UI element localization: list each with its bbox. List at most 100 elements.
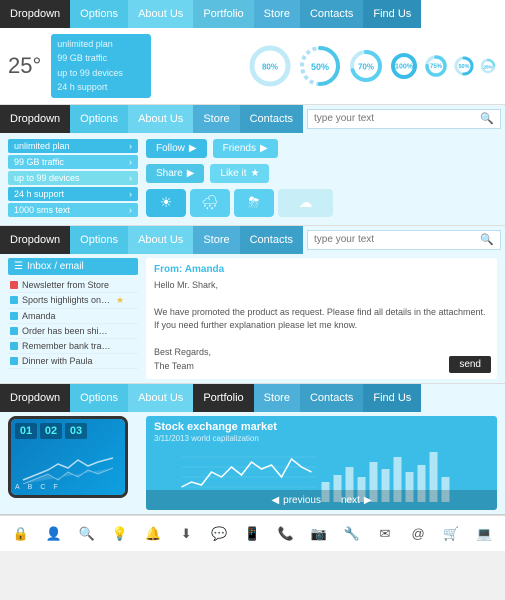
inbox-item-5[interactable]: Remember bank transfer	[8, 339, 138, 354]
inbox-dot-1	[10, 281, 18, 289]
inbox-item-2[interactable]: Sports highlights on TV at 8:00 pm ★	[8, 293, 138, 309]
inbox-item-6[interactable]: Dinner with Paula	[8, 354, 138, 369]
inbox-item-1[interactable]: Newsletter from Store	[8, 278, 138, 293]
follow-button[interactable]: Follow ▶	[146, 139, 207, 158]
section3: Dropdown Options About Us Store Contacts…	[0, 226, 505, 385]
nav-store-1[interactable]: Store	[254, 0, 300, 28]
left-plan-panel: unlimited plan› 99 GB traffic› up to 99 …	[8, 139, 138, 219]
btn-row-1: Follow ▶ Friends ▶	[146, 139, 497, 158]
nav3-contacts[interactable]: Contacts	[240, 226, 303, 254]
send-button[interactable]: send	[449, 356, 491, 373]
stock-nav-bottom: ◀ previous next ▶	[146, 490, 497, 510]
icon-tablet[interactable]: 💻	[475, 525, 493, 543]
icon-wrench[interactable]: 🔧	[343, 525, 361, 543]
nav3-dropdown[interactable]: Dropdown	[0, 226, 70, 254]
inbox-item-3[interactable]: Amanda	[8, 309, 138, 324]
nav4-dropdown[interactable]: Dropdown	[0, 384, 70, 412]
inbox-text-1: Newsletter from Store	[22, 280, 112, 290]
icon-mobile[interactable]: 📱	[243, 525, 261, 543]
stock-sub: 3/11/2013 world capitalization	[154, 434, 489, 443]
icon-email[interactable]: ✉	[376, 525, 394, 543]
rainy-icon-box: 🌧	[190, 189, 230, 217]
label-a: A	[15, 484, 20, 491]
icon-download[interactable]: ⬇	[177, 525, 195, 543]
search-icon-2[interactable]: 🔍	[480, 112, 494, 125]
nav3-store[interactable]: Store	[193, 226, 239, 254]
traffic-label: 99 GB traffic	[57, 51, 107, 65]
friends-button[interactable]: Friends ▶	[213, 139, 278, 158]
from-name: Amanda	[185, 264, 224, 275]
info-box: unlimited plan 99 GB traffic up to 99 de…	[51, 34, 151, 98]
nav-portfolio-1[interactable]: Portfolio	[193, 0, 253, 28]
svg-text:100%: 100%	[395, 63, 414, 70]
nav2-dropdown[interactable]: Dropdown	[0, 105, 70, 133]
icon-chat[interactable]: 💬	[210, 525, 228, 543]
inbox-star-2: ★	[116, 295, 124, 306]
inbox-text-3: Amanda	[22, 311, 112, 321]
icon-phone[interactable]: 📞	[277, 525, 295, 543]
icon-camera[interactable]: 📷	[310, 525, 328, 543]
email-from: From: Amanda	[154, 264, 489, 275]
inbox-panel: ☰ Inbox / email Newsletter from Store Sp…	[8, 258, 138, 380]
share-button[interactable]: Share ▶	[146, 164, 204, 183]
donut-2: 50%	[297, 43, 343, 89]
icon-search[interactable]: 🔍	[78, 525, 96, 543]
search-icon-3[interactable]: 🔍	[480, 233, 494, 246]
follow-icon: ▶	[189, 143, 197, 154]
next-label: next	[341, 495, 360, 506]
plan-sms: 1000 sms text›	[8, 203, 138, 217]
nav4-contacts[interactable]: Contacts	[300, 384, 363, 412]
icon-lock[interactable]: 🔒	[12, 525, 30, 543]
nav2-store[interactable]: Store	[193, 105, 239, 133]
nav-aboutus-1[interactable]: About Us	[128, 0, 193, 28]
donut-3: 70%	[347, 47, 385, 85]
nav-dropdown-1[interactable]: Dropdown	[0, 0, 70, 28]
likeit-icon: ★	[251, 168, 260, 179]
plan-unlimited: unlimited plan›	[8, 139, 138, 153]
nav3-options[interactable]: Options	[70, 226, 128, 254]
nav4-portfolio[interactable]: Portfolio	[193, 384, 253, 412]
next-button[interactable]: next ▶	[341, 495, 372, 506]
nav-bar-4: Dropdown Options About Us Portfolio Stor…	[0, 384, 505, 412]
icon-bell[interactable]: 🔔	[144, 525, 162, 543]
inbox-dot-5	[10, 342, 18, 350]
nav-contacts-1[interactable]: Contacts	[300, 0, 363, 28]
nav4-options[interactable]: Options	[70, 384, 128, 412]
icon-web[interactable]: @	[409, 525, 427, 543]
inbox-text-4: Order has been shipped today!	[22, 326, 112, 336]
tablet-labels: A B C F	[15, 484, 121, 491]
plan-label: unlimited plan	[57, 37, 113, 51]
devices-label: up to 99 devices	[57, 66, 123, 80]
inbox-dot-6	[10, 357, 18, 365]
search-input-3[interactable]	[314, 234, 476, 245]
email-body: Hello Mr. Shark, We have promoted the pr…	[154, 279, 489, 374]
nav-options-1[interactable]: Options	[70, 0, 128, 28]
svg-text:25%: 25%	[483, 64, 492, 69]
stock-title: Stock exchange market	[154, 421, 489, 433]
inbox-item-4[interactable]: Order has been shipped today!	[8, 324, 138, 339]
section3-body: ☰ Inbox / email Newsletter from Store Sp…	[0, 254, 505, 384]
svg-text:50%: 50%	[458, 64, 469, 70]
icon-cart[interactable]: 🛒	[442, 525, 460, 543]
nav-bar-1: Dropdown Options About Us Portfolio Stor…	[0, 0, 505, 28]
email-body1: We have promoted the product as request.…	[154, 306, 489, 320]
inbox-menu-icon: ☰	[14, 261, 23, 272]
prev-button[interactable]: ◀ previous	[271, 495, 321, 506]
nav-findus-1[interactable]: Find Us	[363, 0, 421, 28]
icon-bulb[interactable]: 💡	[111, 525, 129, 543]
weather-icons-row: ☀ 🌧 ⛈ ☁	[146, 189, 497, 217]
email-panel: From: Amanda Hello Mr. Shark, We have pr…	[146, 258, 497, 380]
donut-7: 25%	[479, 57, 497, 75]
nav4-aboutus[interactable]: About Us	[128, 384, 193, 412]
nav2-contacts[interactable]: Contacts	[240, 105, 303, 133]
nav2-aboutus[interactable]: About Us	[128, 105, 193, 133]
icon-user[interactable]: 👤	[45, 525, 63, 543]
timer-1: 01	[15, 423, 37, 439]
likeit-button[interactable]: Like it ★	[210, 164, 269, 183]
nav4-store[interactable]: Store	[254, 384, 300, 412]
section1-body: 25° unlimited plan 99 GB traffic up to 9…	[0, 28, 505, 104]
search-input-2[interactable]	[314, 113, 476, 124]
nav2-options[interactable]: Options	[70, 105, 128, 133]
nav4-findus[interactable]: Find Us	[363, 384, 421, 412]
nav3-aboutus[interactable]: About Us	[128, 226, 193, 254]
